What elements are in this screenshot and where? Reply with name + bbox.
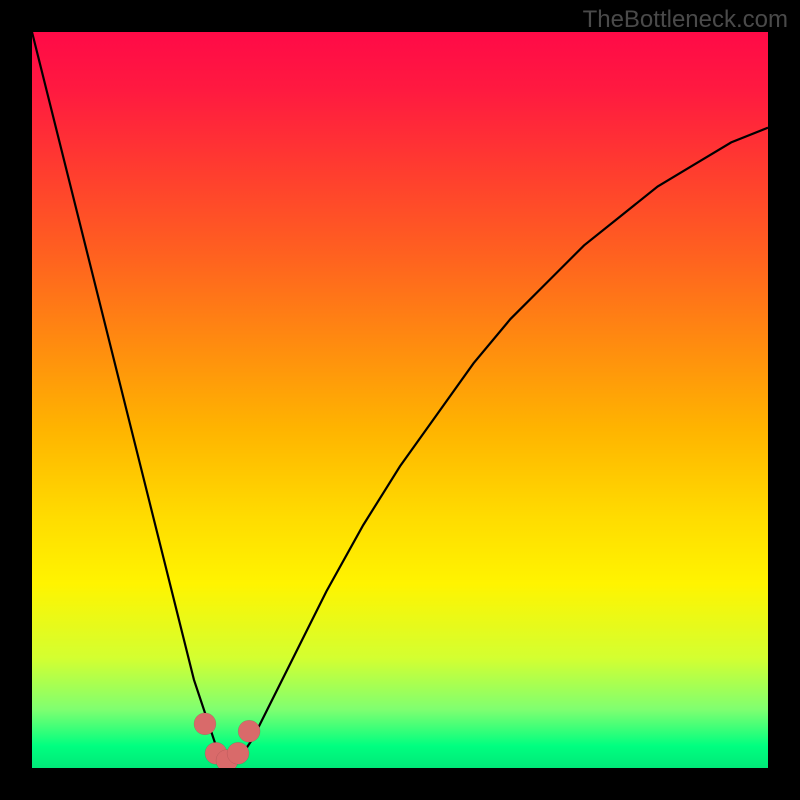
- bottleneck-curve: [32, 32, 768, 768]
- watermark-text: TheBottleneck.com: [583, 6, 788, 34]
- curve-marker: [238, 720, 260, 742]
- plot-area: [32, 32, 768, 768]
- chart-svg: [32, 32, 768, 768]
- curve-markers: [194, 713, 260, 768]
- curve-marker: [227, 742, 249, 764]
- curve-marker: [194, 713, 216, 735]
